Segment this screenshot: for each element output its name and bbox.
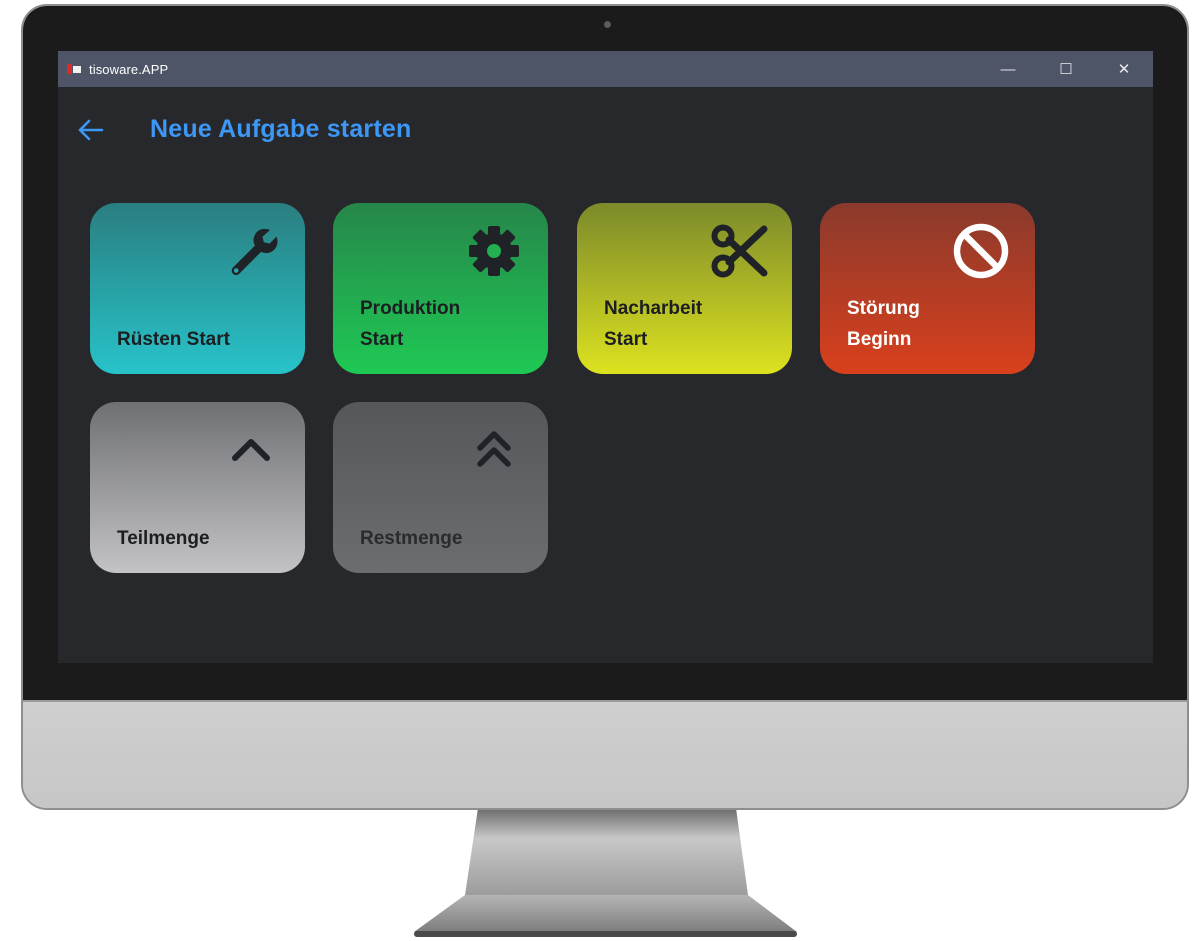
page-header: Neue Aufgabe starten [58, 87, 1153, 177]
app-window: tisoware.APP — ☐ ✕ Neue Aufgabe starten … [58, 51, 1153, 663]
double-chevron-up-icon [464, 420, 524, 480]
tile-restmenge[interactable]: Restmenge [333, 402, 548, 573]
back-arrow-icon[interactable] [76, 115, 106, 145]
app-title: tisoware.APP [89, 61, 169, 77]
page-title: Neue Aufgabe starten [150, 115, 412, 143]
tile-stoerung-beginn[interactable]: Störung Beginn [820, 203, 1035, 374]
camera-dot [604, 21, 611, 28]
tile-teilmenge[interactable]: Teilmenge [90, 402, 305, 573]
title-bar[interactable]: tisoware.APP — ☐ ✕ [58, 51, 1153, 87]
app-logo-icon [67, 63, 83, 75]
chevron-up-icon [221, 420, 281, 480]
tile-label: Produktion Start [360, 298, 461, 350]
tile-ruesten-start[interactable]: Rüsten Start [90, 203, 305, 374]
tile-label: Teilmenge [117, 528, 210, 549]
close-button[interactable]: ✕ [1095, 51, 1153, 87]
gear-icon [464, 221, 524, 281]
tile-nacharbeit-start[interactable]: Nacharbeit Start [577, 203, 792, 374]
tile-label: Störung Beginn [847, 298, 920, 350]
no-entry-icon [951, 221, 1011, 281]
tile-label: Restmenge [360, 528, 463, 549]
tile-label: Nacharbeit Start [604, 298, 703, 350]
tile-label: Rüsten Start [117, 329, 230, 350]
wrench-icon [221, 221, 281, 281]
minimize-button[interactable]: — [979, 51, 1037, 87]
tile-produktion-start[interactable]: Produktion Start [333, 203, 548, 374]
scissors-icon [708, 221, 768, 281]
maximize-button[interactable]: ☐ [1037, 51, 1095, 87]
monitor-chin [23, 702, 1187, 808]
